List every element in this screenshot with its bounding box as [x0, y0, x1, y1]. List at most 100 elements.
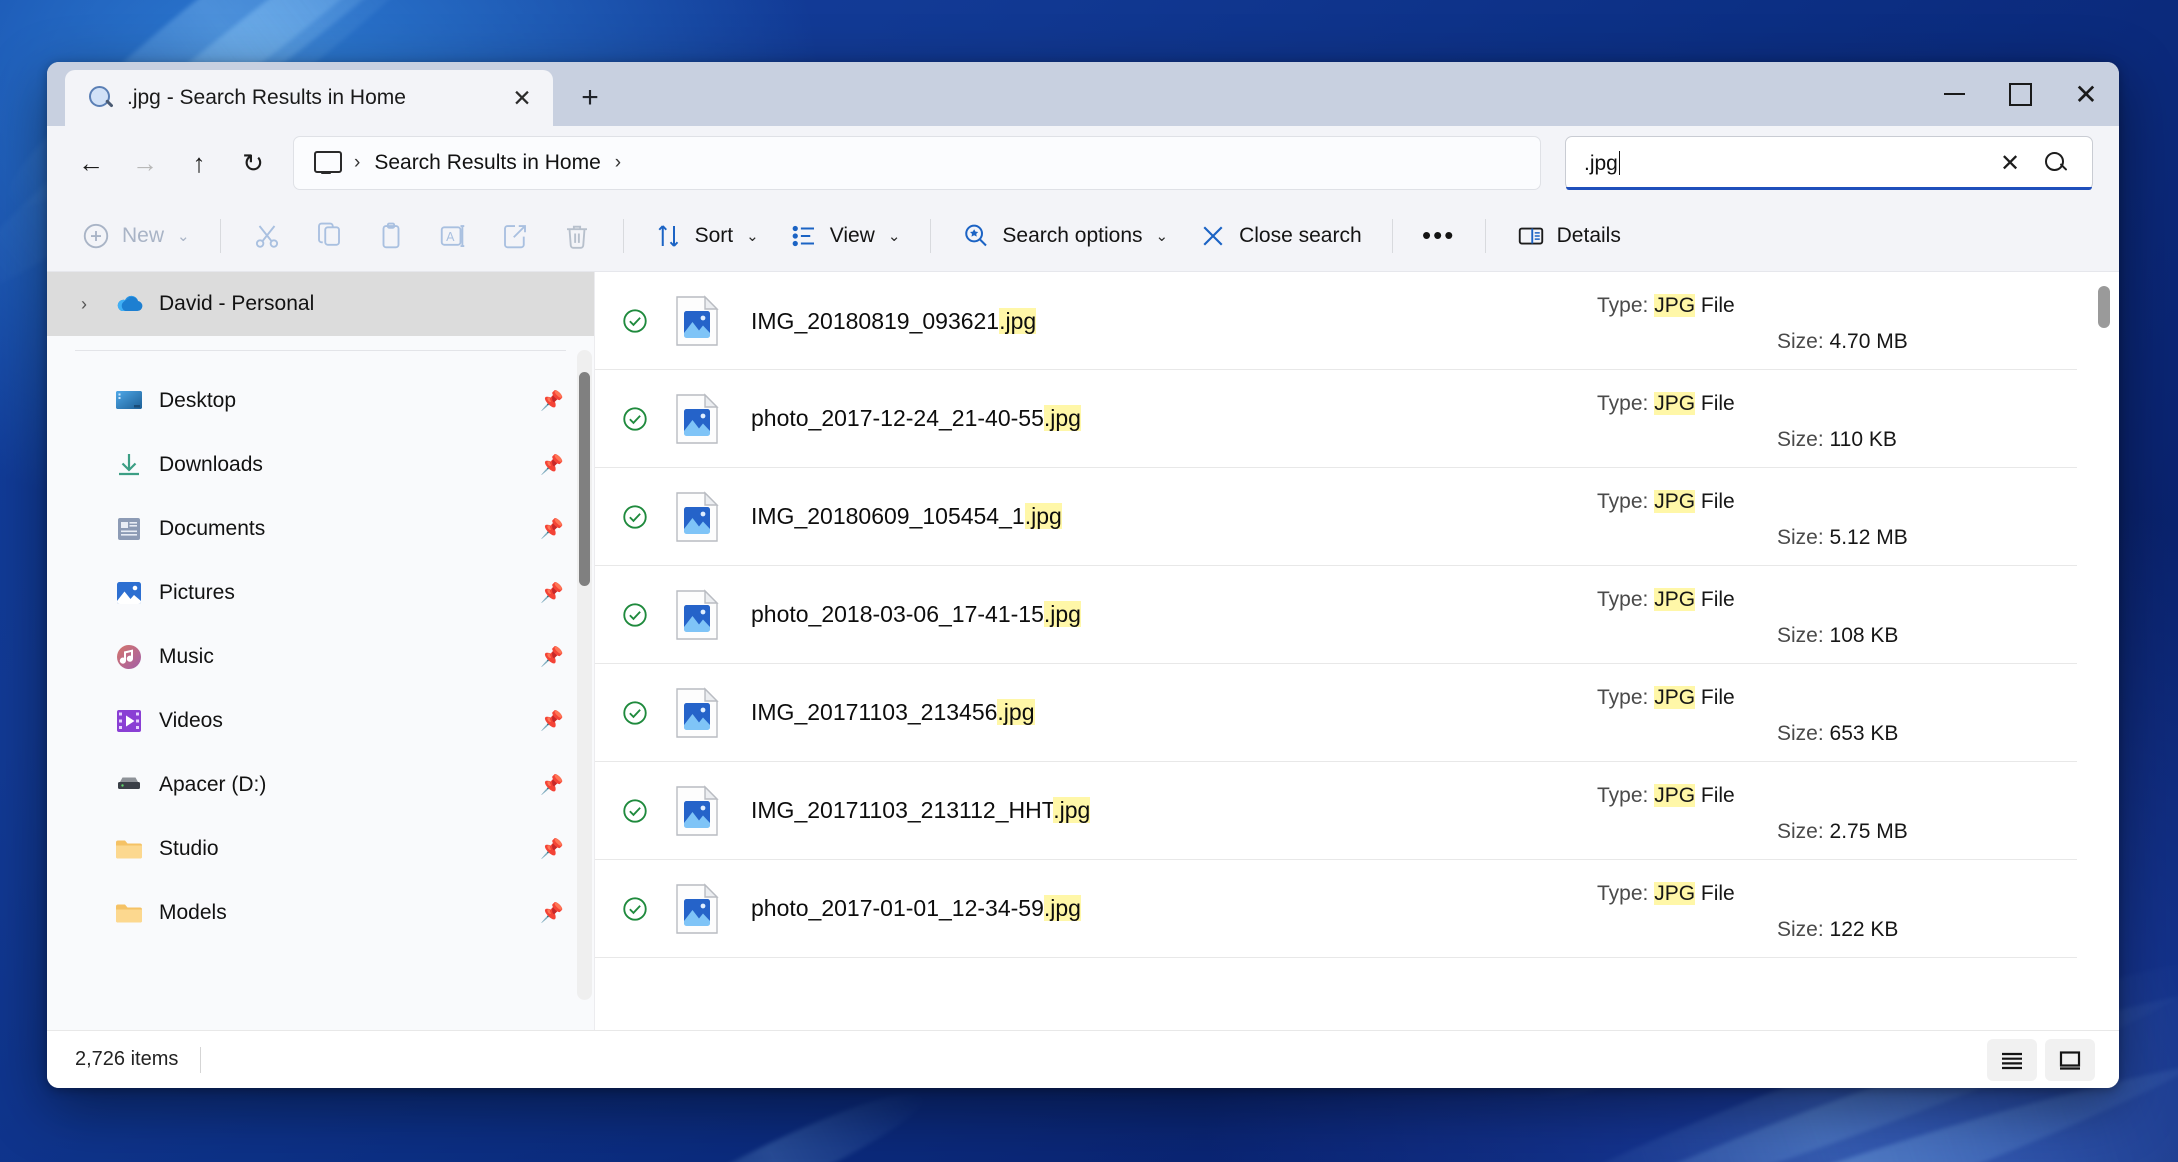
command-bar: New ⌄ A Sort ⌄ View ⌄ Search options ⌄ C… — [47, 200, 2119, 272]
close-search-label: Close search — [1239, 223, 1362, 247]
table-row[interactable]: photo_2017-12-24_21-40-55.jpg Type: JPG F… — [595, 370, 2077, 468]
rename-button[interactable]: A — [423, 209, 483, 263]
file-name[interactable]: IMG_20171103_213456.jpg — [733, 699, 1537, 726]
sort-button[interactable]: Sort ⌄ — [640, 209, 773, 263]
file-type-icon — [661, 392, 733, 445]
navigation-pane: › David - Personal Desktop 📌 Downloads 📌… — [47, 272, 595, 1030]
cut-button[interactable] — [237, 209, 297, 263]
pin-icon[interactable]: 📌 — [540, 456, 566, 475]
new-button[interactable]: New ⌄ — [67, 209, 204, 263]
sidebar-item-pictures[interactable]: Pictures 📌 — [47, 561, 594, 625]
sync-status-icon — [609, 405, 661, 433]
search-options-label: Search options — [1002, 223, 1143, 247]
sync-complete-icon — [623, 309, 647, 333]
chevron-down-icon: ⌄ — [887, 227, 901, 245]
file-type-icon — [661, 686, 733, 739]
file-name[interactable]: photo_2017-01-01_12-34-59.jpg — [733, 895, 1537, 922]
list-scrollbar-thumb[interactable] — [2098, 286, 2110, 328]
share-button[interactable] — [485, 209, 545, 263]
table-row[interactable]: IMG_20171103_213456.jpg Type: JPG File Siz… — [595, 664, 2077, 762]
details-view-icon[interactable] — [1987, 1038, 2037, 1081]
sidebar-item-music[interactable]: Music 📌 — [47, 625, 594, 689]
search-match-highlight: .jpg — [1043, 895, 1081, 921]
maximize-icon[interactable] — [1987, 62, 2053, 126]
pin-icon[interactable]: 📌 — [540, 520, 566, 539]
large-icons-view-icon[interactable] — [2045, 1038, 2095, 1081]
chevron-right-icon[interactable]: › — [615, 152, 621, 174]
sidebar-item-label: Apacer (D:) — [159, 773, 267, 796]
pin-icon[interactable]: 📌 — [540, 648, 566, 667]
details-label: Details — [1556, 223, 1621, 247]
sync-status-icon — [609, 307, 661, 335]
share-icon — [503, 224, 526, 248]
file-name[interactable]: IMG_20171103_213112_HHT.jpg — [733, 797, 1537, 824]
pin-icon[interactable]: 📌 — [540, 904, 566, 923]
table-row[interactable]: IMG_20180609_105454_1.jpg Type: JPG File S… — [595, 468, 2077, 566]
delete-button[interactable] — [547, 209, 607, 263]
jpg-file-icon — [676, 588, 719, 640]
divider — [1391, 218, 1393, 253]
file-name[interactable]: photo_2017-12-24_21-40-55.jpg — [733, 405, 1537, 432]
pin-icon[interactable]: 📌 — [540, 840, 566, 859]
downloads-icon — [119, 454, 139, 476]
drive-icon — [118, 777, 140, 789]
file-size: Size: 4.70 MB — [1777, 330, 1908, 353]
table-row[interactable]: IMG_20171103_213112_HHT.jpg Type: JPG Fil… — [595, 762, 2077, 860]
file-size: Size: 2.75 MB — [1777, 819, 1908, 843]
close-icon[interactable]: ✕ — [505, 81, 539, 115]
search-options-button[interactable]: Search options ⌄ — [947, 209, 1182, 263]
sidebar-item-label: Pictures — [159, 581, 235, 604]
close-icon[interactable]: ✕ — [2053, 62, 2119, 126]
sidebar-item-onedrive[interactable]: › David - Personal — [47, 272, 594, 336]
sidebar-scrollbar-thumb[interactable] — [579, 372, 590, 586]
pin-icon[interactable]: 📌 — [540, 392, 566, 411]
view-button[interactable]: View ⌄ — [775, 209, 915, 263]
sync-complete-icon — [623, 700, 647, 725]
search-match-highlight: .jpg — [1043, 405, 1081, 431]
pin-icon[interactable]: 📌 — [540, 584, 566, 603]
search-match-highlight: JPG — [1654, 783, 1696, 807]
file-name[interactable]: photo_2018-03-06_17-41-15.jpg — [733, 601, 1537, 628]
sidebar-item-apacer-drive[interactable]: Apacer (D:) 📌 — [47, 753, 594, 817]
breadcrumb[interactable]: › Search Results in Home › — [293, 136, 1541, 190]
sidebar-item-videos[interactable]: Videos 📌 — [47, 689, 594, 753]
search-submit-icon[interactable] — [2036, 143, 2076, 183]
search-box[interactable]: .jpg ✕ — [1565, 136, 2093, 190]
paste-button[interactable] — [361, 209, 421, 263]
copy-button[interactable] — [299, 209, 359, 263]
sync-status-icon — [609, 797, 661, 825]
pin-icon[interactable]: 📌 — [540, 712, 566, 731]
sidebar-item-documents[interactable]: Documents 📌 — [47, 497, 594, 561]
sidebar-item-downloads[interactable]: Downloads 📌 — [47, 433, 594, 497]
table-row[interactable]: IMG_20180819_093621.jpg Type: JPG File Siz… — [595, 272, 2077, 370]
this-pc-icon[interactable] — [312, 151, 342, 175]
search-input[interactable]: .jpg — [1584, 150, 1984, 176]
chevron-right-icon[interactable]: › — [69, 294, 99, 315]
sidebar-item-models[interactable]: Models 📌 — [47, 881, 594, 945]
pin-icon[interactable]: 📌 — [540, 776, 566, 795]
clear-search-icon[interactable]: ✕ — [1990, 143, 2030, 183]
list-scrollbar-track[interactable] — [2097, 278, 2111, 1024]
table-row[interactable]: photo_2017-01-01_12-34-59.jpg Type: JPG F… — [595, 860, 2077, 958]
jpg-file-icon — [676, 490, 719, 542]
file-meta: Type: JPG File Size: 122 KB — [1537, 860, 2077, 958]
tab-search-results[interactable]: .jpg - Search Results in Home ✕ — [65, 70, 553, 126]
more-options-button[interactable]: ••• — [1409, 209, 1469, 263]
sidebar-item-desktop[interactable]: Desktop 📌 — [47, 369, 594, 433]
details-pane-button[interactable]: Details — [1502, 209, 1635, 263]
file-name[interactable]: IMG_20180819_093621.jpg — [733, 307, 1537, 335]
pictures-icon — [117, 582, 141, 604]
chevron-down-icon: ⌄ — [177, 227, 190, 245]
new-tab-button[interactable]: + — [567, 75, 613, 121]
refresh-button[interactable]: ↻ — [227, 137, 279, 189]
minimize-icon[interactable] — [1921, 62, 1987, 126]
close-search-button[interactable]: Close search — [1184, 209, 1376, 263]
table-row[interactable]: photo_2018-03-06_17-41-15.jpg Type: JPG F… — [595, 566, 2077, 664]
up-button[interactable]: ↑ — [173, 137, 225, 189]
breadcrumb-location[interactable]: Search Results in Home — [374, 151, 600, 175]
file-name[interactable]: IMG_20180609_105454_1.jpg — [733, 503, 1537, 530]
sidebar-item-studio[interactable]: Studio 📌 — [47, 817, 594, 881]
back-button[interactable]: ← — [65, 137, 117, 189]
chevron-right-icon: › — [354, 152, 361, 173]
sort-icon — [658, 224, 678, 247]
